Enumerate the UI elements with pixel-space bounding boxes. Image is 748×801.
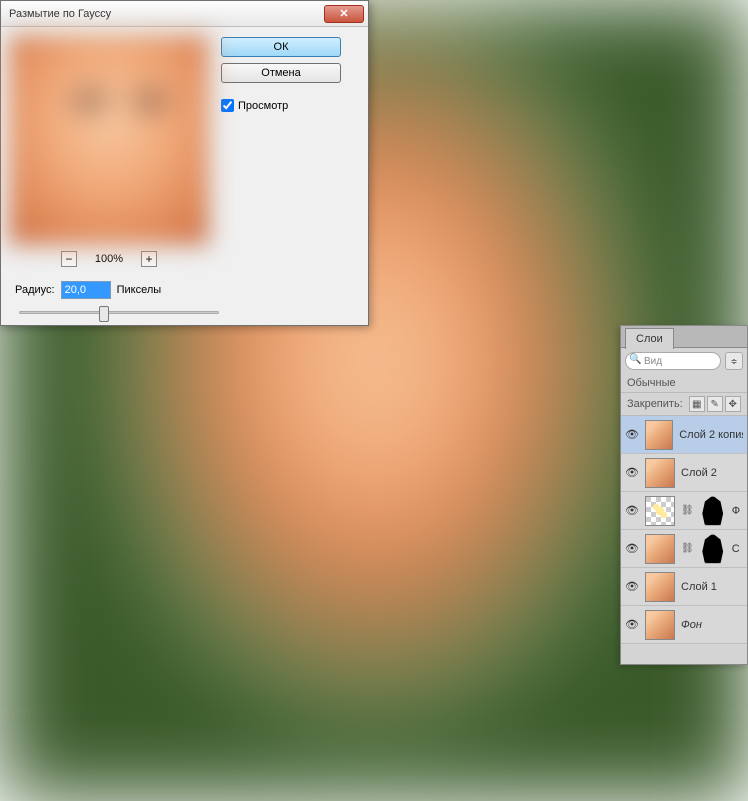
preview-checkbox-row[interactable]: Просмотр — [221, 99, 341, 112]
layer-item[interactable]: 👁 Слой 2 копия — [621, 416, 747, 454]
layer-thumbnail[interactable] — [645, 458, 675, 488]
dialog-title: Размытие по Гауссу — [9, 8, 324, 20]
layers-panel: Слои Вид ≑ Обычные Закрепить: ▦ ✎ ✥ 👁 Сло… — [620, 325, 748, 665]
layer-thumbnail[interactable] — [645, 572, 675, 602]
close-button[interactable]: ✕ — [324, 5, 364, 23]
layer-item[interactable]: 👁 ⛓ Ф — [621, 492, 747, 530]
layer-item[interactable]: 👁 Слой 1 — [621, 568, 747, 606]
visibility-toggle[interactable]: 👁 — [625, 580, 639, 593]
layer-thumbnail[interactable] — [645, 496, 675, 526]
link-icon[interactable]: ⛓ — [681, 505, 694, 516]
layer-list: 👁 Слой 2 копия 👁 Слой 2 👁 ⛓ Ф 👁 ⛓ С 👁 Слой 1 👁 Фон — [621, 416, 747, 644]
radius-label: Радиус: — [15, 284, 55, 296]
dialog-titlebar[interactable]: Размытие по Гауссу ✕ — [1, 1, 368, 27]
layer-name[interactable]: Слой 2 — [681, 467, 717, 479]
preview-checkbox[interactable] — [221, 99, 234, 112]
radius-unit: Пикселы — [117, 284, 162, 296]
layer-item[interactable]: 👁 ⛓ С — [621, 530, 747, 568]
zoom-level: 100% — [95, 253, 123, 265]
radius-slider[interactable] — [19, 305, 219, 319]
layer-item[interactable]: 👁 Фон — [621, 606, 747, 644]
layer-name[interactable]: Слой 2 копия — [679, 429, 743, 441]
ok-button[interactable]: ОК — [221, 37, 341, 57]
lock-pixels-icon[interactable]: ✎ — [707, 396, 723, 412]
visibility-toggle[interactable]: 👁 — [625, 504, 639, 517]
search-placeholder: Вид — [644, 356, 662, 367]
layer-thumbnail[interactable] — [645, 420, 673, 450]
lock-position-icon[interactable]: ✥ — [725, 396, 741, 412]
layer-item[interactable]: 👁 Слой 2 — [621, 454, 747, 492]
preview-checkbox-label: Просмотр — [238, 100, 288, 112]
link-icon[interactable]: ⛓ — [681, 543, 694, 554]
cancel-button[interactable]: Отмена — [221, 63, 341, 83]
gaussian-blur-dialog: Размытие по Гауссу ✕ − 100% + ОК Отмена … — [0, 0, 369, 326]
preview-image[interactable] — [9, 35, 209, 245]
slider-thumb[interactable] — [99, 306, 109, 322]
layer-mask-thumbnail[interactable] — [700, 534, 726, 564]
filter-dropdown[interactable]: ≑ — [725, 352, 743, 370]
zoom-in-button[interactable]: + — [141, 251, 157, 267]
blend-mode-select[interactable]: Обычные — [627, 377, 676, 389]
panel-tabs: Слои — [621, 326, 747, 348]
visibility-toggle[interactable]: 👁 — [625, 466, 639, 479]
layer-name[interactable]: С — [732, 543, 740, 555]
layer-mask-thumbnail[interactable] — [700, 496, 726, 526]
layers-tab[interactable]: Слои — [625, 328, 674, 349]
visibility-toggle[interactable]: 👁 — [625, 618, 639, 631]
zoom-out-button[interactable]: − — [61, 251, 77, 267]
layer-thumbnail[interactable] — [645, 534, 675, 564]
visibility-toggle[interactable]: 👁 — [625, 428, 639, 441]
layer-name[interactable]: Ф — [732, 505, 740, 517]
radius-input[interactable] — [61, 281, 111, 299]
layer-name[interactable]: Фон — [681, 619, 702, 631]
visibility-toggle[interactable]: 👁 — [625, 542, 639, 555]
layer-thumbnail[interactable] — [645, 610, 675, 640]
layer-filter-search[interactable]: Вид — [625, 352, 721, 370]
lock-transparency-icon[interactable]: ▦ — [689, 396, 705, 412]
layer-name[interactable]: Слой 1 — [681, 581, 717, 593]
lock-label: Закрепить: — [627, 398, 683, 410]
